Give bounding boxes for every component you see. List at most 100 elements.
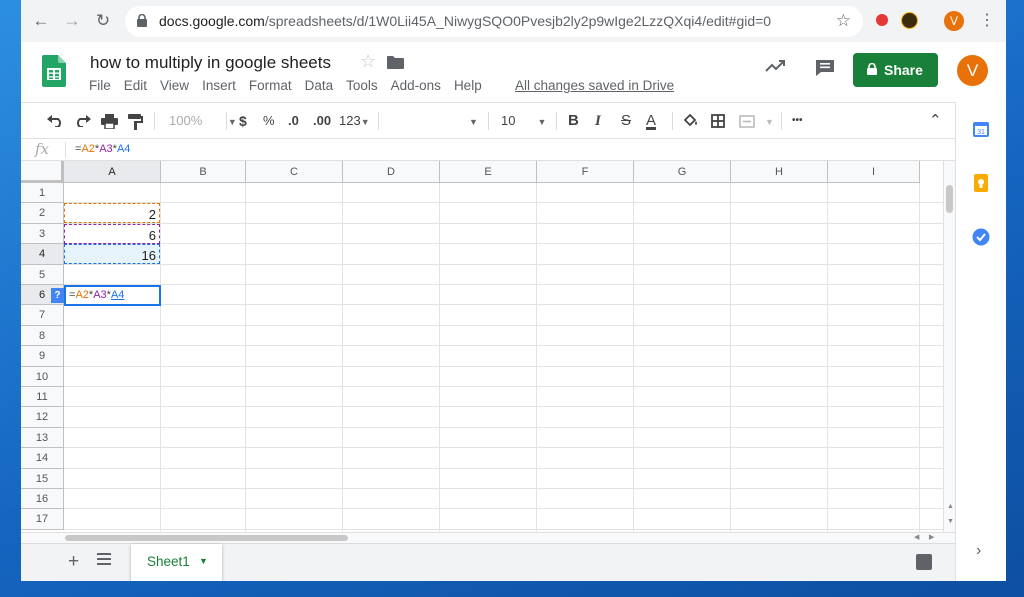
formula-help-icon[interactable]: ? (51, 288, 64, 303)
horizontal-scrollbar[interactable]: ◀ ▶ (21, 532, 955, 543)
account-avatar[interactable]: V (957, 55, 988, 86)
comments-icon[interactable] (815, 59, 835, 77)
row-header-11[interactable]: 11 (21, 387, 64, 408)
menu-insert[interactable]: Insert (202, 78, 236, 93)
column-header-i[interactable]: I (828, 161, 920, 183)
all-sheets-list-icon[interactable] (97, 553, 111, 565)
row-header-12[interactable]: 12 (21, 407, 64, 428)
spreadsheet-grid[interactable]: A B C D E F G H I 1 2 3 4 5 6 7 8 9 10 11 12 13 14 15 16 17 2 6 16 =A… (21, 161, 943, 532)
cell-a3[interactable]: 6 (64, 223, 160, 244)
forward-arrow-icon[interactable]: → (62, 11, 82, 31)
italic-button[interactable]: I (595, 103, 601, 139)
vertical-scrollbar[interactable]: ▲ ▼ (943, 161, 955, 532)
share-button[interactable]: Share (853, 53, 938, 87)
save-status-link[interactable]: All changes saved in Drive (515, 78, 674, 93)
menu-addons[interactable]: Add-ons (391, 78, 441, 93)
select-all-corner[interactable] (21, 161, 64, 183)
menu-tools[interactable]: Tools (346, 78, 378, 93)
chrome-menu-icon[interactable]: ⋮ (979, 11, 995, 31)
text-color-button[interactable]: A (646, 103, 656, 139)
row-header-5[interactable]: 5 (21, 264, 64, 285)
reload-icon[interactable]: ↻ (93, 11, 113, 31)
borders-icon[interactable] (711, 114, 725, 128)
side-panel: 31 › (955, 102, 1006, 581)
paint-format-icon[interactable] (128, 114, 143, 130)
cell-a4[interactable]: 16 (64, 244, 160, 265)
back-arrow-icon[interactable]: ← (31, 11, 51, 31)
menu-help[interactable]: Help (454, 78, 482, 93)
row-header-3[interactable]: 3 (21, 223, 64, 245)
scroll-right-icon[interactable]: ▶ (929, 533, 934, 541)
star-icon[interactable]: ☆ (360, 51, 376, 72)
activity-trend-icon[interactable] (765, 60, 785, 72)
increase-decimal-button[interactable]: .00 (313, 103, 331, 139)
row-header-4[interactable]: 4 (21, 244, 64, 265)
row-header-16[interactable]: 16 (21, 489, 64, 510)
add-sheet-button[interactable]: + (68, 552, 79, 572)
row-header-10[interactable]: 10 (21, 366, 64, 387)
extension-icon-2[interactable] (901, 12, 918, 29)
menu-edit[interactable]: Edit (124, 78, 147, 93)
column-header-d[interactable]: D (343, 161, 440, 183)
menu-format[interactable]: Format (249, 78, 292, 93)
row-header-2[interactable]: 2 (21, 203, 64, 224)
menu-file[interactable]: File (89, 78, 111, 93)
row-header-17[interactable]: 17 (21, 509, 64, 530)
grid-line (64, 243, 943, 245)
column-header-g[interactable]: G (634, 161, 731, 183)
calendar-icon[interactable]: 31 (972, 120, 990, 138)
row-header-15[interactable]: 15 (21, 468, 64, 489)
document-title[interactable]: how to multiply in google sheets (90, 53, 331, 73)
column-header-e[interactable]: E (440, 161, 537, 183)
column-header-c[interactable]: C (246, 161, 343, 183)
undo-icon[interactable] (47, 115, 64, 127)
fill-color-icon[interactable] (683, 114, 699, 128)
row-header-9[interactable]: 9 (21, 346, 64, 367)
extension-icon[interactable] (876, 14, 888, 26)
decrease-decimal-button[interactable]: .0 (288, 103, 299, 139)
redo-icon[interactable] (74, 115, 91, 127)
horizontal-scroll-thumb[interactable] (65, 535, 348, 541)
row-header-13[interactable]: 13 (21, 427, 64, 449)
collapse-toolbar-icon[interactable]: ⌃ (929, 103, 942, 139)
merge-dropdown-caret[interactable]: ▼ (765, 103, 774, 139)
font-family-select[interactable]: ▼ (469, 103, 478, 139)
menu-data[interactable]: Data (305, 78, 334, 93)
scroll-left-icon[interactable]: ◀ (914, 533, 919, 541)
more-formats-select[interactable]: 123▼ (339, 103, 370, 139)
expand-side-panel-icon[interactable]: › (976, 542, 981, 560)
sheet-tab-sheet1[interactable]: Sheet1 ▼ (131, 544, 222, 581)
sheet-tab-dropdown-icon[interactable]: ▼ (199, 556, 208, 566)
scroll-down-icon[interactable]: ▼ (947, 518, 954, 525)
cell-a2[interactable]: 2 (64, 203, 160, 224)
merge-cells-icon[interactable] (739, 115, 755, 128)
bold-button[interactable]: B (568, 103, 579, 139)
row-header-8[interactable]: 8 (21, 325, 64, 347)
menu-view[interactable]: View (160, 78, 189, 93)
percent-format-button[interactable]: % (263, 103, 275, 139)
keep-icon[interactable] (972, 174, 990, 192)
column-header-b[interactable]: B (161, 161, 246, 183)
more-options-button[interactable]: ••• (792, 103, 803, 139)
print-icon[interactable] (101, 114, 118, 129)
font-size-select[interactable]: 10 ▼ (501, 103, 546, 139)
vertical-scroll-thumb[interactable] (946, 185, 953, 213)
bookmark-star-icon[interactable]: ☆ (836, 11, 851, 31)
strikethrough-button[interactable]: S (621, 103, 631, 139)
folder-icon[interactable] (387, 56, 404, 69)
active-cell-editor[interactable]: =A2*A3*A4 (64, 285, 161, 306)
profile-avatar[interactable]: V (944, 11, 964, 31)
sheets-logo-icon[interactable] (42, 55, 66, 87)
row-header-7[interactable]: 7 (21, 305, 64, 326)
formula-input[interactable]: =A2*A3*A4 (75, 143, 130, 155)
row-header-14[interactable]: 14 (21, 448, 64, 469)
scroll-up-icon[interactable]: ▲ (947, 503, 954, 510)
row-header-1[interactable]: 1 (21, 183, 64, 204)
tasks-icon[interactable] (972, 228, 990, 246)
explore-icon[interactable] (916, 554, 932, 570)
address-bar[interactable]: docs.google.com/spreadsheets/d/1W0Lii45A… (125, 6, 863, 37)
column-header-a[interactable]: A (64, 161, 161, 183)
column-header-h[interactable]: H (731, 161, 828, 183)
currency-format-button[interactable]: $ (239, 103, 247, 139)
column-header-f[interactable]: F (537, 161, 634, 183)
